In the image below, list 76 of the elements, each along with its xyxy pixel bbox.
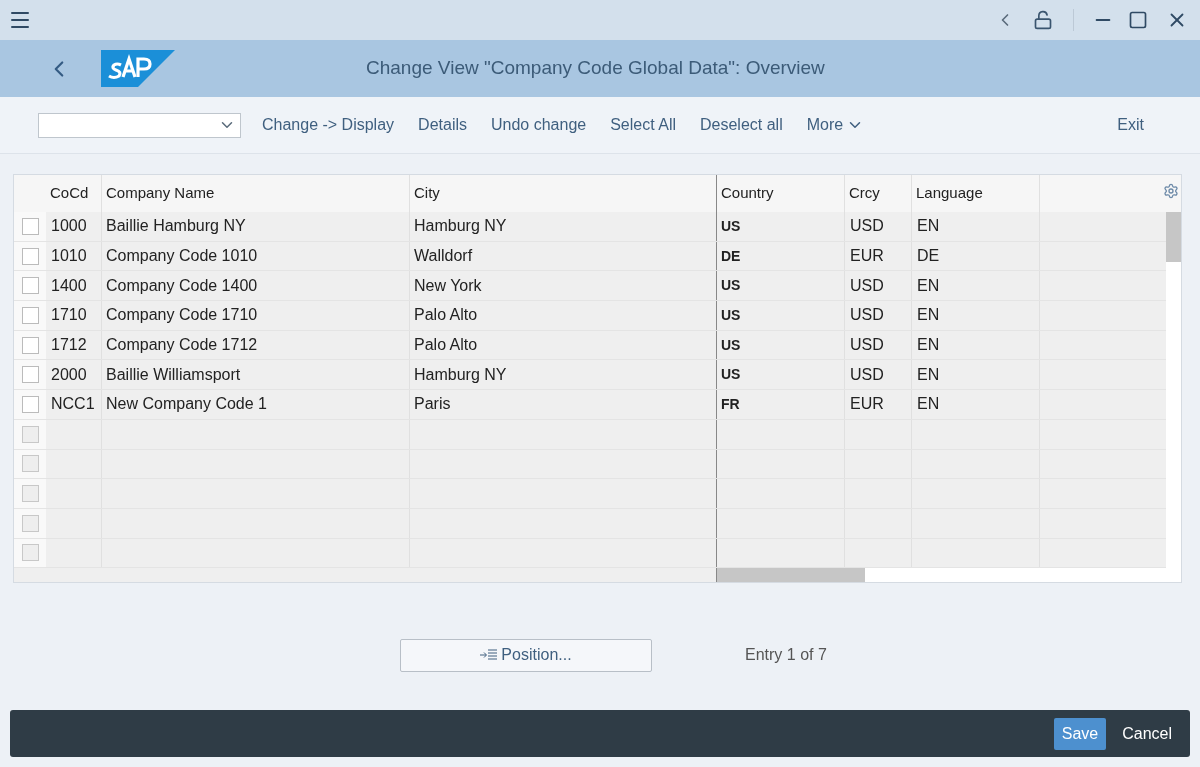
country-cell: US bbox=[717, 360, 845, 390]
scrollbar-thumb[interactable] bbox=[717, 568, 865, 582]
company-code-cell: 2000 bbox=[46, 360, 102, 390]
currency-cell: USD bbox=[845, 212, 912, 241]
company-name-cell: Company Code 1712 bbox=[102, 330, 410, 360]
language-cell: EN bbox=[912, 301, 1040, 330]
row-checkbox[interactable] bbox=[21, 277, 39, 295]
language-cell: EN bbox=[912, 212, 1040, 241]
language-cell: EN bbox=[912, 390, 1040, 419]
country-cell: US bbox=[717, 271, 845, 301]
row-checkbox[interactable] bbox=[21, 217, 39, 235]
currency-cell: USD bbox=[845, 330, 912, 360]
currency-cell: EUR bbox=[845, 241, 912, 271]
toolbar-button[interactable]: Undo change bbox=[479, 113, 599, 137]
company-code-cell: 1712 bbox=[46, 330, 102, 360]
currency-cell: USD bbox=[845, 360, 912, 390]
settings-icon[interactable] bbox=[1163, 183, 1179, 199]
window-title: Change View "Company Code Global Data": Overview bbox=[366, 56, 825, 81]
vertical-scrollbar[interactable] bbox=[1166, 212, 1181, 582]
language-cell: EN bbox=[912, 330, 1040, 360]
company-name-cell: Company Code 1010 bbox=[102, 241, 410, 271]
country-cell: US bbox=[717, 330, 845, 360]
column-header[interactable]: Language bbox=[912, 175, 1040, 212]
variant-dropdown[interactable] bbox=[38, 112, 241, 138]
row-checkbox[interactable] bbox=[21, 306, 39, 324]
column-header[interactable]: Company Name bbox=[102, 175, 410, 212]
toolbar-button[interactable]: Change -> Display bbox=[250, 113, 407, 137]
company-name-cell: Baillie Hamburg NY bbox=[102, 212, 410, 241]
company-name-cell: Company Code 1710 bbox=[102, 301, 410, 330]
row-checkbox[interactable] bbox=[21, 395, 39, 413]
language-cell: EN bbox=[912, 360, 1040, 390]
city-cell: New York bbox=[410, 271, 717, 301]
column-header[interactable]: Country bbox=[717, 175, 845, 212]
save-button[interactable]: Save bbox=[1053, 717, 1107, 750]
cancel-button[interactable]: Cancel bbox=[1118, 721, 1176, 746]
toolbar-button[interactable]: Deselect all bbox=[688, 113, 795, 137]
country-cell: US bbox=[717, 301, 845, 330]
company-code-cell: 1400 bbox=[46, 271, 102, 301]
language-cell: DE bbox=[912, 241, 1040, 271]
currency-cell: EUR bbox=[845, 390, 912, 419]
company-code-cell: NCC1 bbox=[46, 390, 102, 419]
unlocked-padlock-icon[interactable] bbox=[1033, 10, 1053, 30]
currency-cell: USD bbox=[845, 271, 912, 301]
city-cell: Walldorf bbox=[410, 241, 717, 271]
company-name-cell: Company Code 1400 bbox=[102, 271, 410, 301]
country-cell: FR bbox=[717, 390, 845, 419]
column-header[interactable]: CoCd bbox=[46, 175, 102, 212]
scrollbar-thumb[interactable] bbox=[1166, 212, 1181, 262]
maximize-icon[interactable] bbox=[1128, 10, 1148, 30]
row-checkbox[interactable] bbox=[21, 366, 39, 384]
city-cell: Hamburg NY bbox=[410, 212, 717, 241]
country-cell: DE bbox=[717, 241, 845, 271]
position-button[interactable]: Position... bbox=[400, 638, 652, 672]
horizontal-scrollbar[interactable] bbox=[717, 568, 1166, 582]
city-cell: Palo Alto bbox=[410, 330, 717, 360]
more-menu-button[interactable]: More bbox=[794, 113, 877, 137]
language-cell: EN bbox=[912, 271, 1040, 301]
city-cell: Hamburg NY bbox=[410, 360, 717, 390]
entry-counter: Entry 1 of 7 bbox=[745, 645, 827, 665]
row-checkbox[interactable] bbox=[21, 247, 39, 265]
exit-button[interactable]: Exit bbox=[1117, 113, 1144, 137]
column-header[interactable]: City bbox=[410, 175, 717, 212]
company-code-cell: 1710 bbox=[46, 301, 102, 330]
currency-cell: USD bbox=[845, 301, 912, 330]
arrow-list-icon bbox=[480, 649, 499, 661]
company-name-cell: New Company Code 1 bbox=[102, 390, 410, 419]
row-checkbox[interactable] bbox=[21, 336, 39, 354]
city-cell: Paris bbox=[410, 390, 717, 419]
city-cell: Palo Alto bbox=[410, 301, 717, 330]
column-header[interactable]: Crcy bbox=[845, 175, 912, 212]
toolbar-button[interactable]: Details bbox=[406, 113, 479, 137]
company-code-cell: 1000 bbox=[46, 212, 102, 241]
company-name-cell: Baillie Williamsport bbox=[102, 360, 410, 390]
toolbar-button[interactable]: Select All bbox=[598, 113, 688, 137]
company-code-cell: 1010 bbox=[46, 241, 102, 271]
country-cell: US bbox=[717, 212, 845, 241]
